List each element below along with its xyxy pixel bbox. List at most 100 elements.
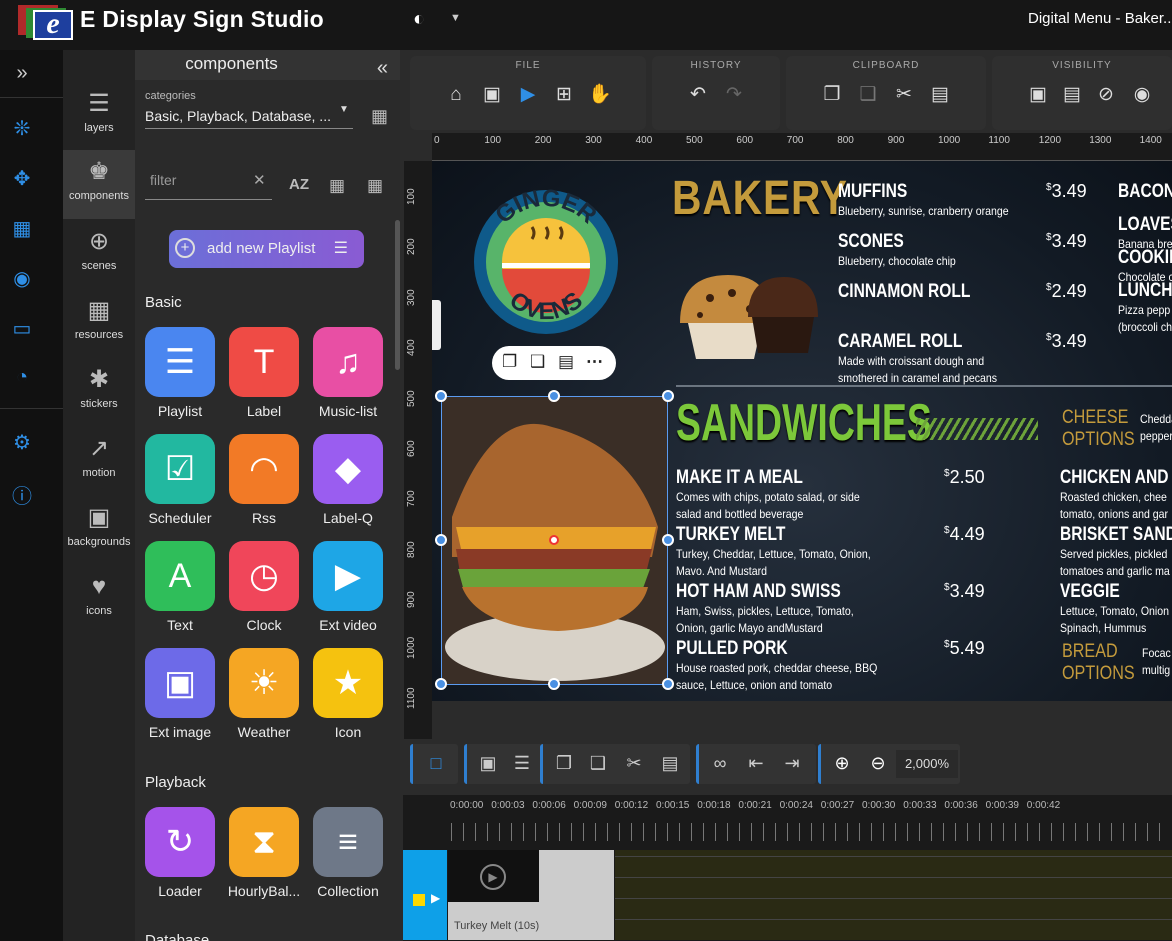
- component-tile[interactable]: ★ Icon: [306, 648, 390, 752]
- sandwich-item[interactable]: PULLED PORK House roasted pork, cheddar c…: [676, 638, 905, 694]
- paste-icon[interactable]: ❑: [854, 82, 882, 108]
- track-header[interactable]: ▶: [403, 850, 447, 940]
- duplicate-icon[interactable]: ❐: [502, 352, 517, 372]
- resize-handle[interactable]: [435, 534, 447, 546]
- monitor-icon[interactable]: ▭: [0, 316, 44, 341]
- rail-stickers[interactable]: ✱ stickers: [63, 358, 135, 427]
- muffins-image[interactable]: [670, 263, 820, 363]
- component-tile[interactable]: ▣ Ext image: [138, 648, 222, 752]
- resize-handle[interactable]: [548, 678, 560, 690]
- resize-handle[interactable]: [662, 534, 674, 546]
- more-icon[interactable]: ⋯: [586, 352, 603, 372]
- sandwich-item-right[interactable]: VEGGIE Lettuce, Tomato, Onion Spinach, Hum…: [1060, 581, 1172, 637]
- save-icon[interactable]: ▣: [478, 82, 506, 108]
- expand-track-icon[interactable]: ▶: [431, 891, 440, 905]
- component-tile[interactable]: ☀ Weather: [222, 648, 306, 752]
- add-screen-icon[interactable]: ⊞: [550, 82, 578, 108]
- cut-icon[interactable]: ✂: [890, 82, 918, 108]
- sandwich-item-right[interactable]: CHICKEN AND E Roasted chicken, chee tomato…: [1060, 467, 1172, 523]
- play-icon[interactable]: ▶: [514, 82, 542, 108]
- delete-icon[interactable]: ▤: [655, 748, 685, 778]
- brand-icon[interactable]: ◐: [413, 8, 435, 30]
- component-tile[interactable]: ☑ Scheduler: [138, 434, 222, 538]
- copy-icon[interactable]: ❑: [530, 352, 545, 372]
- unlock-icon[interactable]: ▤: [1058, 82, 1086, 108]
- expand-icon[interactable]: »: [0, 62, 44, 85]
- rail-scenes[interactable]: ⊕ scenes: [63, 220, 135, 289]
- grid-off-icon[interactable]: ▦: [371, 106, 388, 127]
- layers-icon[interactable]: ☰: [507, 748, 537, 778]
- component-tile[interactable]: ▶ Ext video: [306, 541, 390, 645]
- component-tile[interactable]: T Label: [222, 327, 306, 431]
- rail-icons[interactable]: ♥ icons: [63, 565, 135, 634]
- resize-handle[interactable]: [548, 390, 560, 402]
- resize-handle[interactable]: [435, 390, 447, 402]
- component-tile[interactable]: ≡ Collection: [306, 807, 390, 911]
- collapse-icon[interactable]: «: [377, 54, 388, 82]
- hand-icon[interactable]: ✋: [586, 82, 614, 108]
- help-icon[interactable]: ⓘ: [0, 480, 44, 509]
- component-tile[interactable]: ⧗ HourlyBal...: [222, 807, 306, 911]
- rail-layers[interactable]: ☰ layers: [63, 82, 135, 151]
- grid-icon[interactable]: ▦: [367, 176, 383, 196]
- component-tile[interactable]: ◠ Rss: [222, 434, 306, 538]
- last-frame-icon[interactable]: ⇥: [777, 748, 807, 778]
- component-tile[interactable]: ↻ Loader: [138, 807, 222, 911]
- sandwich-item[interactable]: MAKE IT A MEAL Comes with chips, potato s…: [676, 467, 885, 523]
- lock-icon[interactable]: ▣: [1024, 82, 1052, 108]
- sandwich-item[interactable]: HOT HAM AND SWISS Ham, Swiss, pickles, Le…: [676, 581, 878, 637]
- bakery-item[interactable]: SCONES Blueberry, chocolate chip: [838, 231, 972, 270]
- resize-handle[interactable]: [662, 390, 674, 402]
- bakery-item[interactable]: CINNAMON ROLL: [838, 281, 999, 303]
- ginger-ovens-logo[interactable]: GINGER OVENS: [472, 189, 620, 335]
- rail-backgrounds[interactable]: ▣ backgrounds: [63, 496, 135, 565]
- compass-icon[interactable]: ❊: [0, 116, 44, 141]
- gear-icon[interactable]: ⚙: [0, 430, 44, 455]
- paste-icon[interactable]: ❑: [583, 748, 613, 778]
- home-icon[interactable]: ⌂: [442, 82, 470, 108]
- rail-components[interactable]: ♚ components: [63, 150, 135, 219]
- component-tile[interactable]: ◆ Label-Q: [306, 434, 390, 538]
- component-tile[interactable]: ☰ Playlist: [138, 327, 222, 431]
- bakery-item-right[interactable]: BACON: [1118, 181, 1172, 203]
- link-icon[interactable]: ∞: [705, 748, 735, 778]
- cut-icon[interactable]: ✂: [619, 748, 649, 778]
- categories-select[interactable]: Basic, Playback, Database, ...: [145, 108, 353, 129]
- gauge-icon[interactable]: ◔: [0, 366, 44, 389]
- gallery-icon[interactable]: ▦: [0, 216, 44, 241]
- sandwich-item[interactable]: TURKEY MELT Turkey, Cheddar, Lettuce, Tom…: [676, 524, 897, 580]
- undo-icon[interactable]: ↶: [684, 82, 712, 108]
- component-tile[interactable]: A Text: [138, 541, 222, 645]
- component-tile[interactable]: ◷ Clock: [222, 541, 306, 645]
- bakery-item-right[interactable]: LUNCH Pizza pepp (broccoli ch: [1118, 280, 1172, 336]
- bakery-item[interactable]: MUFFINS Blueberry, sunrise, cranberry ora…: [838, 181, 1032, 220]
- hide-icon[interactable]: ⊘: [1092, 82, 1120, 108]
- add-image-icon[interactable]: ▣: [473, 748, 503, 778]
- palette-icon[interactable]: ◉: [0, 266, 44, 291]
- redo-icon[interactable]: ↷: [720, 82, 748, 108]
- bakery-item[interactable]: CARAMEL ROLL Made with croissant dough an…: [838, 331, 1019, 387]
- dropdown-caret-icon[interactable]: ▼: [339, 104, 349, 115]
- bakery-title[interactable]: BAKERY: [672, 171, 848, 226]
- timeline-clip[interactable]: ▶ Turkey Melt (10s): [448, 850, 614, 940]
- delete-icon[interactable]: ▤: [926, 82, 954, 108]
- canvas-side-tab[interactable]: [432, 300, 441, 350]
- copy-icon[interactable]: ❐: [818, 82, 846, 108]
- add-playlist-button[interactable]: + add new Playlist ☰: [169, 230, 364, 268]
- view-icon[interactable]: ▦: [329, 176, 345, 196]
- sandwich-item-right[interactable]: BRISKET SAND Served pickles, pickled tomat…: [1060, 524, 1172, 580]
- zoom-in-icon[interactable]: ⊕: [827, 748, 857, 778]
- rotation-center[interactable]: [549, 535, 559, 545]
- copy-icon[interactable]: ❐: [549, 748, 579, 778]
- track-area[interactable]: [615, 850, 1172, 940]
- zoom-out-icon[interactable]: ⊖: [863, 748, 893, 778]
- move-icon[interactable]: ✥: [0, 166, 44, 191]
- sandwiches-title[interactable]: SANDWICHES: [676, 393, 932, 453]
- show-icon[interactable]: ◉: [1128, 82, 1156, 108]
- play-icon[interactable]: ▶: [480, 864, 506, 890]
- component-tile[interactable]: ♫ Music-list: [306, 327, 390, 431]
- first-frame-icon[interactable]: ⇤: [741, 748, 771, 778]
- chevron-down-icon[interactable]: ▼: [450, 12, 461, 24]
- rail-resources[interactable]: ▦ resources: [63, 289, 135, 358]
- fit-screen-icon[interactable]: □: [421, 748, 451, 778]
